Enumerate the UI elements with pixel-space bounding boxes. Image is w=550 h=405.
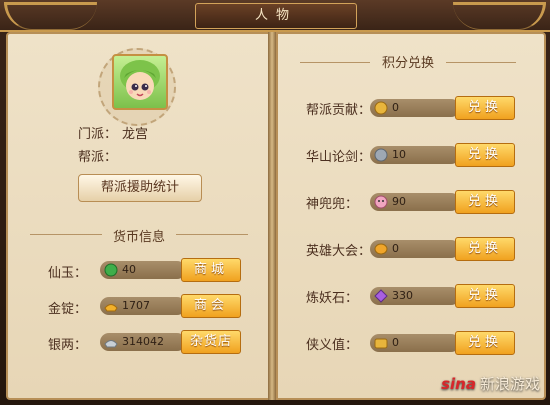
points-value-bar-huashan: 10 xyxy=(370,146,460,164)
currency-value-jade: 40 xyxy=(122,263,136,276)
points-value-shendoudou: 90 xyxy=(392,195,406,208)
currency-header: 货币信息 xyxy=(112,230,165,245)
sect-label: 门派： xyxy=(78,127,118,142)
sina-watermark: sina 新浪游戏 xyxy=(416,373,540,395)
watermark-text: 新浪游戏 xyxy=(479,375,540,393)
exchange-button-chivalry[interactable]: 兑换 xyxy=(455,331,515,355)
silver-ingot-icon xyxy=(104,340,118,348)
points-label-demon-stone: 炼妖石： xyxy=(306,291,359,306)
points-value-hero: 0 xyxy=(392,242,399,255)
title-ornament-left xyxy=(4,2,97,30)
title-bar: 人物 xyxy=(0,0,550,32)
currency-divider-left xyxy=(30,234,102,235)
gold-ingot-icon xyxy=(104,304,118,312)
window-title: 人物 xyxy=(195,3,357,29)
exchange-button-contribution[interactable]: 兑换 xyxy=(455,96,515,120)
points-value-contribution: 0 xyxy=(392,101,399,114)
points-value-chivalry: 0 xyxy=(392,336,399,349)
currency-label-gold: 金锭： xyxy=(48,302,88,317)
currency-label-jade: 仙玉： xyxy=(48,266,88,281)
sword-coin-icon xyxy=(374,148,388,162)
chivalry-scroll-icon xyxy=(374,338,388,349)
grocery-store-button[interactable]: 杂货店 xyxy=(181,330,241,354)
chamber-shop-button[interactable]: 商会 xyxy=(181,294,241,318)
currency-value-silver: 314042 xyxy=(122,335,164,348)
pet-face-icon xyxy=(374,195,388,209)
sina-logo: sina xyxy=(441,375,476,393)
points-value-huashan: 10 xyxy=(392,148,406,161)
points-value-bar-demon-stone: 330 xyxy=(370,287,460,305)
currency-label-silver: 银两： xyxy=(48,338,88,353)
points-value-demon-stone: 330 xyxy=(392,289,413,302)
title-ornament-right xyxy=(453,2,546,30)
exchange-button-hero[interactable]: 兑换 xyxy=(455,237,515,261)
points-label-chivalry: 侠义值： xyxy=(306,338,359,353)
points-label-hero: 英雄大会： xyxy=(306,244,372,259)
exchange-button-demon-stone[interactable]: 兑换 xyxy=(455,284,515,308)
points-label-contribution: 帮派贡献： xyxy=(306,103,372,118)
points-header: 积分兑换 xyxy=(381,56,434,71)
points-value-bar-chivalry: 0 xyxy=(370,334,460,352)
book-spine xyxy=(268,32,276,400)
exchange-button-shendoudou[interactable]: 兑换 xyxy=(455,190,515,214)
clan-label: 帮派： xyxy=(78,150,118,165)
currency-value-gold: 1707 xyxy=(122,299,150,312)
hero-coin-icon xyxy=(374,243,388,255)
contribution-coin-icon xyxy=(374,101,388,115)
currency-divider-right xyxy=(176,234,248,235)
points-divider-left xyxy=(300,62,370,63)
points-label-huashan: 华山论剑： xyxy=(306,150,372,165)
shop-mall-button[interactable]: 商城 xyxy=(181,258,241,282)
points-value-bar-shendoudou: 90 xyxy=(370,193,460,211)
exchange-button-huashan[interactable]: 兑换 xyxy=(455,143,515,167)
currency-value-bar-gold: 1707 xyxy=(100,297,186,315)
sect-value: 龙宫 xyxy=(122,127,149,142)
points-divider-right xyxy=(446,62,516,63)
character-portrait-icon xyxy=(120,60,160,100)
points-label-shendoudou: 神兜兜： xyxy=(306,197,359,212)
points-value-bar-hero: 0 xyxy=(370,240,460,258)
points-value-bar-contribution: 0 xyxy=(370,99,460,117)
currency-value-bar-silver: 314042 xyxy=(100,333,186,351)
currency-value-bar-jade: 40 xyxy=(100,261,186,279)
avatar[interactable] xyxy=(112,54,168,110)
purple-gem-icon xyxy=(374,289,388,303)
clan-aid-stats-button[interactable]: 帮派援助统计 xyxy=(78,174,202,202)
green-jade-icon xyxy=(104,263,118,277)
